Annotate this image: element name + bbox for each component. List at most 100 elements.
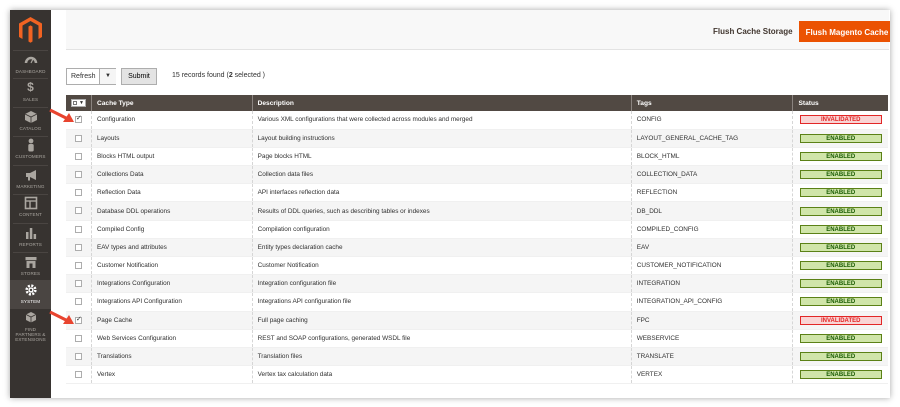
tags-cell: COLLECTION_DATA	[631, 165, 794, 185]
table-row[interactable]: Web Services Configuration REST and SOAP …	[66, 329, 888, 348]
status-cell: ENABLED	[792, 201, 888, 221]
row-checkbox[interactable]	[75, 152, 82, 160]
tags-cell: BLOCK_HTML	[631, 147, 794, 167]
sidebar-item-label: System	[20, 299, 41, 304]
table-row[interactable]: Reflection Data API interfaces reflection…	[66, 183, 888, 203]
sidebar-item-system[interactable]: System	[10, 280, 51, 309]
status-badge: INVALIDATED	[799, 115, 882, 125]
sidebar-item-sales[interactable]: $ Sales	[10, 81, 51, 106]
grid-header-row: ▼ Cache Type Description Tags Status	[66, 95, 888, 111]
tags-cell: TRANSLATE	[631, 347, 794, 367]
sidebar-item-stores[interactable]: Stores	[10, 255, 51, 280]
sidebar-item-find-partners[interactable]: Find Partners & Extensions	[10, 311, 51, 342]
status-badge: ENABLED	[799, 261, 882, 271]
status-cell: ENABLED	[792, 147, 888, 167]
table-row[interactable]: Collections Data Collection data files COL…	[66, 165, 888, 185]
flush-cache-storage-button[interactable]: Flush Cache Storage	[703, 21, 803, 42]
table-row[interactable]: Database DDL operations Results of DDL qu…	[66, 201, 888, 221]
cubes-icon	[25, 312, 36, 323]
mass-action-value: Refresh	[71, 73, 96, 80]
sidebar-item-marketing[interactable]: Marketing	[10, 168, 51, 193]
row-checkbox[interactable]	[75, 334, 82, 342]
description-cell: Full page caching	[252, 311, 632, 330]
sidebar-item-dashboard[interactable]: Dashboard	[10, 53, 51, 78]
cache-type-cell: EAV types and attributes	[91, 238, 253, 258]
row-checkbox[interactable]	[75, 134, 82, 142]
table-row[interactable]: Page CacheFull page cachingFPC INVALIDATE…	[66, 311, 888, 330]
sidebar-item-label: Sales	[22, 97, 39, 102]
dashboard-icon	[24, 56, 37, 64]
table-row[interactable]: Vertex Vertex tax calculation data VERTEX E…	[66, 365, 888, 385]
dollar-icon: $	[27, 80, 34, 94]
sidebar-item-customers[interactable]: Customers	[10, 138, 51, 164]
row-checkbox[interactable]	[75, 114, 82, 124]
row-select-cell	[66, 165, 92, 185]
status-cell: ENABLED	[792, 292, 888, 312]
table-row[interactable]: Translations Translation files TRANSLATE EN…	[66, 347, 888, 367]
row-checkbox[interactable]	[75, 189, 82, 197]
description-cell: Vertex tax calculation data	[252, 365, 632, 385]
column-header-description[interactable]: Description	[252, 95, 632, 111]
column-header-cache-type[interactable]: Cache Type	[91, 95, 253, 111]
tags-cell: REFLECTION	[631, 183, 794, 203]
row-checkbox[interactable]	[75, 225, 82, 233]
status-badge: ENABLED	[799, 224, 882, 234]
description-cell: Integration configuration file	[252, 274, 632, 294]
table-row[interactable]: Compiled Config Compilation configuration…	[66, 220, 888, 239]
table-row[interactable]: Integrations Configuration Integration co…	[66, 274, 888, 294]
tags-cell: FPC	[631, 311, 794, 330]
row-checkbox[interactable]	[75, 171, 82, 179]
nav-separator	[13, 223, 48, 224]
row-checkbox[interactable]	[75, 243, 82, 251]
tags-cell: VERTEX	[631, 365, 794, 385]
gear-icon	[24, 284, 37, 296]
sidebar-item-label: Catalog	[19, 126, 42, 131]
row-checkbox[interactable]	[75, 371, 82, 379]
description-cell: Collection data files	[252, 165, 632, 185]
table-row[interactable]: Blocks HTML output Page blocks HTML BLOCK_…	[66, 147, 888, 167]
table-row[interactable]: EAV types and attributes Entity types dec…	[66, 238, 888, 258]
column-header-tags[interactable]: Tags	[631, 95, 794, 111]
row-checkbox[interactable]	[75, 352, 82, 360]
tags-cell: INTEGRATION_API_CONFIG	[631, 292, 794, 312]
row-checkbox[interactable]	[75, 315, 82, 324]
mass-action-select[interactable]: Refresh ▼	[66, 68, 116, 85]
sidebar-item-label: Content	[19, 212, 42, 217]
tags-cell: DB_DDL	[631, 201, 794, 221]
table-row[interactable]: ConfigurationVarious XML configurations …	[66, 111, 888, 130]
row-checkbox[interactable]	[75, 280, 82, 288]
table-row[interactable]: Customer Notification Customer Notificati…	[66, 256, 888, 276]
row-select-cell	[66, 201, 92, 221]
status-cell: ENABLED	[792, 274, 888, 294]
magento-logo-icon[interactable]	[18, 16, 43, 44]
status-badge: ENABLED	[799, 188, 882, 198]
flush-magento-cache-button[interactable]: Flush Magento Cache	[799, 21, 890, 42]
table-row[interactable]: Integrations API Configuration Integratio…	[66, 292, 888, 312]
records-suffix: selected )	[232, 72, 266, 79]
tags-cell: LAYOUT_GENERAL_CACHE_TAG	[631, 129, 794, 148]
records-prefix: 15 records found (	[172, 72, 229, 79]
status-cell: INVALIDATED	[792, 111, 888, 130]
nav-separator	[13, 107, 48, 108]
row-checkbox[interactable]	[75, 262, 82, 269]
sidebar-item-content[interactable]: Content	[10, 196, 51, 222]
description-cell: Compilation configuration	[252, 220, 632, 239]
cache-type-cell: Configuration	[91, 111, 253, 130]
person-icon	[27, 138, 34, 152]
sidebar-item-reports[interactable]: Reports	[10, 226, 51, 251]
submit-button[interactable]: Submit	[121, 68, 157, 85]
description-cell: Translation files	[252, 347, 632, 367]
row-select-cell	[66, 292, 92, 312]
table-row[interactable]: Layouts Layout building instructions LAYOU…	[66, 129, 888, 148]
sidebar-item-label: Dashboard	[15, 69, 46, 74]
row-checkbox[interactable]	[75, 298, 82, 306]
cache-type-cell: Vertex	[91, 365, 253, 385]
status-cell: ENABLED	[792, 220, 888, 239]
row-checkbox[interactable]	[75, 207, 82, 215]
mass-select-checkbox[interactable]: ▼	[71, 99, 86, 107]
column-header-status[interactable]: Status	[792, 95, 888, 111]
sidebar-item-catalog[interactable]: Catalog	[10, 110, 51, 135]
tags-cell: COMPILED_CONFIG	[631, 220, 794, 239]
status-cell: INVALIDATED	[792, 311, 888, 330]
bar-chart-icon	[25, 228, 36, 239]
